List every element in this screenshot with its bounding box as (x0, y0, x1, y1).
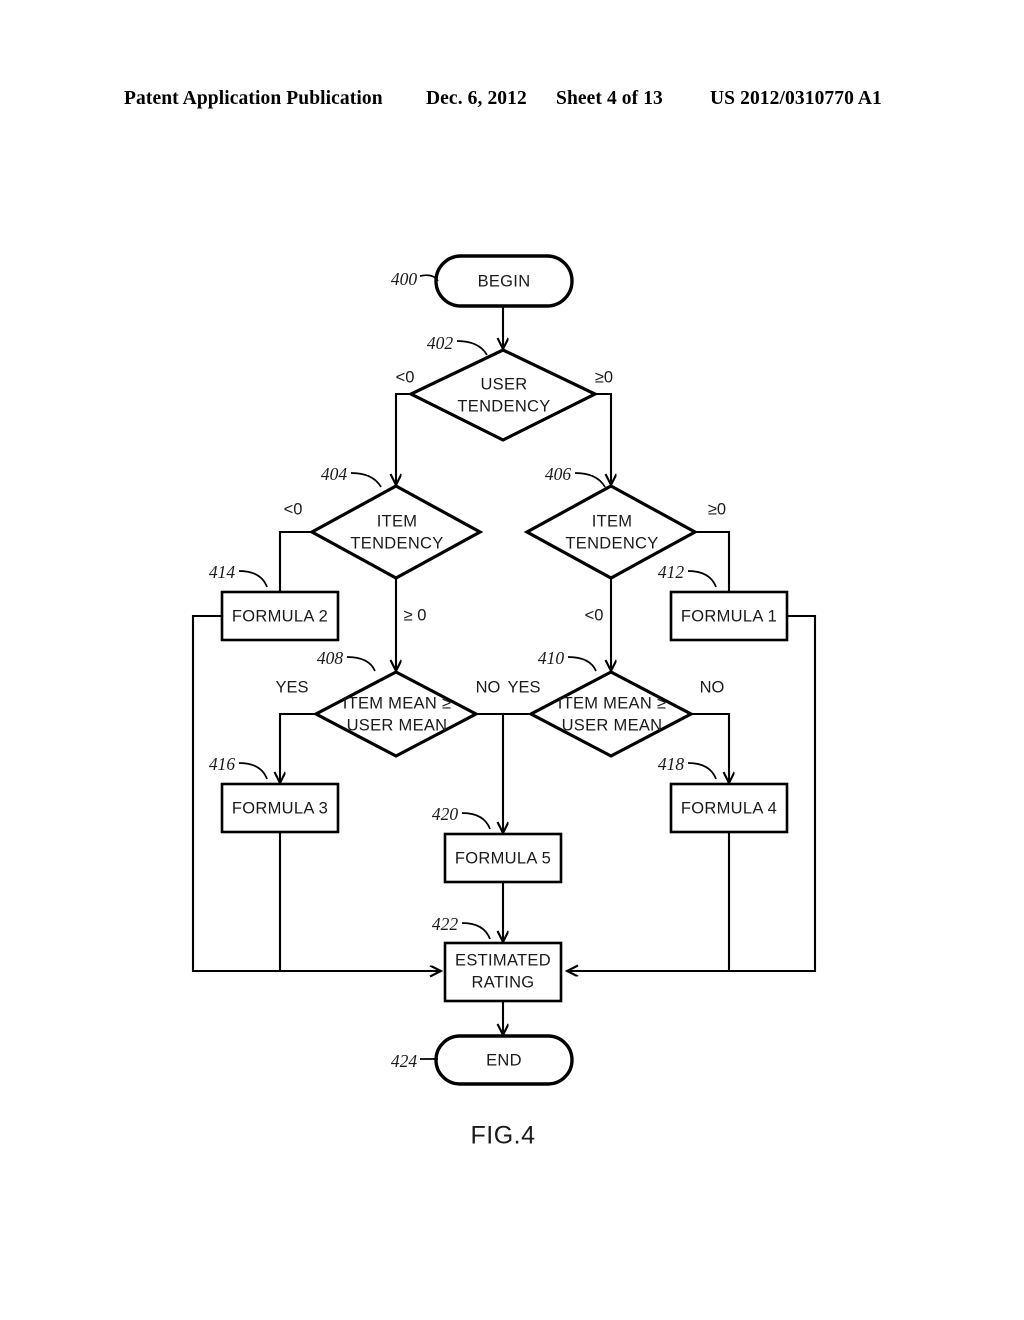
node-formula-1-label: FORMULA 1 (681, 607, 777, 625)
node-item-mean-left-line1: ITEM MEAN ≥ (343, 694, 452, 712)
ref-416-text: 416 (209, 754, 236, 774)
flowchart-figure: BEGIN 400 USER TENDENCY 402 <0 ≥0 ITEM T… (0, 0, 1024, 1320)
ref-420: 420 (432, 804, 491, 830)
node-estimated-rating-line1: ESTIMATED (455, 951, 551, 969)
node-user-tendency-line2: TENDENCY (457, 397, 550, 415)
ref-414-text: 414 (209, 562, 236, 582)
ref-400-text: 400 (391, 269, 418, 289)
connector-item-mean-left-no (476, 712, 503, 832)
connector-item-tendency-left-neg (278, 530, 312, 592)
node-item-mean-right-line1: ITEM MEAN ≥ (558, 694, 667, 712)
ref-414: 414 (209, 562, 268, 588)
node-end[interactable]: END (434, 1034, 574, 1086)
connector-item-mean-left-yes (280, 712, 316, 782)
ref-402-text: 402 (427, 333, 454, 353)
ref-400: 400 (391, 269, 439, 289)
node-item-tendency-right-line2: TENDENCY (565, 534, 658, 552)
node-item-mean-left-line2: USER MEAN (347, 716, 448, 734)
ref-412: 412 (658, 562, 717, 588)
ref-418-text: 418 (658, 754, 685, 774)
connector-user-tendency-left (396, 392, 411, 484)
edge-label-item-tendency-right-neg: <0 (585, 606, 604, 624)
ref-404: 404 (321, 464, 382, 488)
node-formula-3[interactable]: FORMULA 3 (220, 782, 340, 834)
node-end-label: END (486, 1051, 522, 1069)
ref-424: 424 (391, 1051, 438, 1071)
edge-label-item-mean-left-yes: YES (275, 678, 308, 696)
node-formula-4-label: FORMULA 4 (681, 799, 777, 817)
node-formula-4[interactable]: FORMULA 4 (669, 782, 789, 834)
node-item-mean-right[interactable]: ITEM MEAN ≥ USER MEAN (527, 670, 695, 758)
edge-label-item-mean-right-yes: YES (507, 678, 540, 696)
node-item-tendency-right-line1: ITEM (592, 512, 633, 530)
node-estimated-rating-line2: RATING (472, 973, 535, 991)
edge-label-item-tendency-left-neg: <0 (284, 500, 303, 518)
node-formula-1[interactable]: FORMULA 1 (669, 590, 789, 642)
edge-label-item-tendency-right-pos: ≥0 (708, 500, 726, 518)
ref-416: 416 (209, 754, 268, 780)
connector-user-tendency-right (595, 392, 611, 484)
node-item-tendency-left-line1: ITEM (377, 512, 418, 530)
ref-404-text: 404 (321, 464, 348, 484)
node-formula-2[interactable]: FORMULA 2 (220, 590, 340, 642)
connector-item-mean-right-no (691, 712, 729, 782)
ref-422: 422 (432, 914, 491, 940)
node-begin-label: BEGIN (478, 272, 531, 290)
patent-page: Patent Application Publication Dec. 6, 2… (0, 0, 1024, 1320)
ref-412-text: 412 (658, 562, 685, 582)
ref-422-text: 422 (432, 914, 459, 934)
ref-410-text: 410 (538, 648, 565, 668)
node-item-tendency-left-line2: TENDENCY (350, 534, 443, 552)
node-item-mean-left[interactable]: ITEM MEAN ≥ USER MEAN (312, 670, 480, 758)
ref-408-text: 408 (317, 648, 344, 668)
node-formula-2-label: FORMULA 2 (232, 607, 328, 625)
ref-406-text: 406 (545, 464, 572, 484)
ref-418: 418 (658, 754, 717, 780)
ref-408: 408 (317, 648, 376, 672)
node-item-tendency-left[interactable]: ITEM TENDENCY (308, 484, 484, 580)
connector-item-tendency-right-pos (695, 530, 731, 592)
ref-406: 406 (545, 464, 606, 488)
edge-label-user-tendency-left: <0 (396, 368, 415, 386)
ref-410: 410 (538, 648, 597, 672)
edge-label-item-mean-right-no: NO (700, 678, 725, 696)
node-formula-5[interactable]: FORMULA 5 (443, 832, 563, 884)
node-formula-3-label: FORMULA 3 (232, 799, 328, 817)
ref-402: 402 (427, 333, 488, 356)
node-user-tendency-line1: USER (480, 375, 527, 393)
node-begin[interactable]: BEGIN (434, 254, 574, 308)
node-item-mean-right-line2: USER MEAN (562, 716, 663, 734)
edge-label-item-tendency-left-pos: ≥ 0 (404, 606, 427, 624)
ref-424-text: 424 (391, 1051, 418, 1071)
ref-420-text: 420 (432, 804, 459, 824)
edge-label-user-tendency-right: ≥0 (595, 368, 613, 386)
node-formula-5-label: FORMULA 5 (455, 849, 551, 867)
figure-caption: FIG.4 (470, 1122, 535, 1150)
node-estimated-rating[interactable]: ESTIMATED RATING (443, 941, 563, 1003)
node-user-tendency[interactable]: USER TENDENCY (407, 348, 599, 442)
edge-label-item-mean-left-no: NO (476, 678, 501, 696)
